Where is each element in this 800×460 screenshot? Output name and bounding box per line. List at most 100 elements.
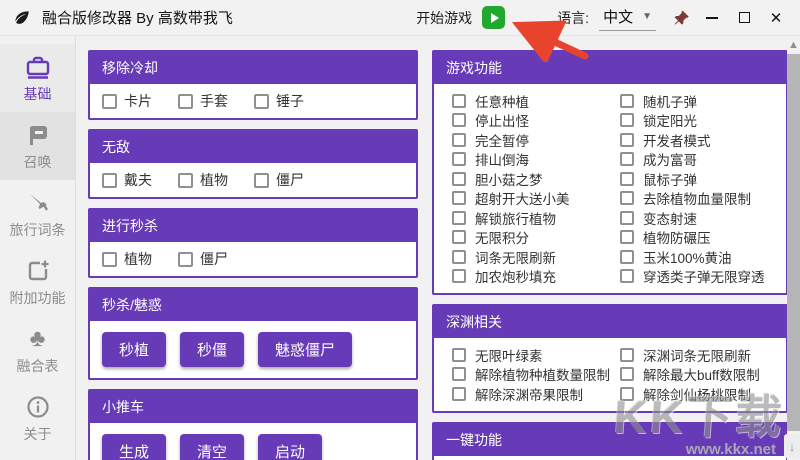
checkbox[interactable] (620, 249, 634, 264)
panel-title: 一键功能 (434, 423, 786, 456)
checkbox-item[interactable]: 停止出怪 (452, 111, 620, 131)
sidebar-item-basic[interactable]: 基础 (0, 44, 75, 112)
checkbox-item[interactable]: 无限积分 (452, 228, 620, 248)
checkbox-label: 排山倒海 (475, 153, 529, 169)
checkbox-item[interactable]: 锁定阳光 (620, 111, 765, 131)
sidebar-item-travel-entries[interactable]: 旅行词条 (0, 180, 75, 248)
checkbox-item[interactable]: 玉米100%黄油 (620, 247, 765, 267)
sidebar-item-label: 融合表 (16, 357, 59, 374)
sidebar-item-summon[interactable]: 召唤 (0, 112, 75, 180)
checkbox-item[interactable]: 任意种植 (452, 91, 620, 111)
checkbox-item[interactable]: 随机子弹 (620, 91, 765, 111)
checkbox-item[interactable]: 卡片 (102, 91, 152, 111)
kill-plants-button[interactable]: 秒植 (102, 332, 167, 367)
checkbox[interactable] (102, 251, 117, 267)
checkbox-item[interactable]: 变态射速 (620, 208, 765, 228)
checkbox[interactable] (178, 251, 193, 267)
panel-remove-cooldown: 移除冷却 卡片 手套 锤子 (88, 50, 418, 120)
checkbox[interactable] (620, 269, 634, 284)
sidebar-item-extra-features[interactable]: 附加功能 (0, 248, 75, 316)
checkbox-item[interactable]: 排山倒海 (452, 150, 620, 170)
checkbox[interactable] (452, 113, 466, 128)
checkbox[interactable] (620, 367, 634, 382)
checkbox[interactable] (452, 347, 466, 362)
checkbox-item[interactable]: 解除最大buff数限制 (620, 365, 760, 385)
checkbox-item[interactable]: 手套 (178, 91, 228, 111)
close-button[interactable]: ✕ (760, 3, 792, 33)
checkbox[interactable] (620, 386, 634, 401)
cart-clear-button[interactable]: 清空 (180, 434, 245, 460)
checkbox[interactable] (452, 171, 466, 186)
checkbox[interactable] (452, 191, 466, 206)
checkbox[interactable] (254, 172, 269, 188)
checkbox-label: 僵尸 (276, 172, 304, 188)
checkbox-item[interactable]: 解除植物种植数量限制 (452, 365, 620, 385)
start-game-play-button[interactable] (482, 6, 506, 29)
checkbox-item[interactable]: 完全暂停 (452, 130, 620, 150)
maximize-button[interactable] (728, 3, 760, 33)
checkbox-item[interactable]: 植物防碾压 (620, 228, 765, 248)
checkbox-item[interactable]: 词条无限刷新 (452, 247, 620, 267)
charm-zombies-button[interactable]: 魅惑僵尸 (258, 332, 353, 367)
checkbox[interactable] (452, 210, 466, 225)
scroll-up-icon[interactable]: ▲ (787, 36, 800, 54)
checkbox-item[interactable]: 胆小菇之梦 (452, 169, 620, 189)
checkbox[interactable] (178, 172, 193, 188)
checkbox[interactable] (254, 93, 269, 109)
checkbox[interactable] (452, 367, 466, 382)
kill-zombies-button[interactable]: 秒僵 (180, 332, 245, 367)
checkbox[interactable] (452, 230, 466, 245)
checkbox[interactable] (620, 152, 634, 167)
checkbox-item[interactable]: 加农炮秒填充 (452, 267, 620, 287)
panel-title: 秒杀/魅惑 (90, 289, 416, 321)
pin-button[interactable] (674, 9, 690, 27)
vertical-scrollbar[interactable]: ▲ ↓ (784, 36, 800, 460)
checkbox-item[interactable]: 去除植物血量限制 (620, 189, 765, 209)
checkbox-item[interactable]: 穿透类子弹无限穿透 (620, 267, 765, 287)
language-dropdown[interactable]: 中文 ▼ (599, 5, 656, 31)
checkbox-item[interactable]: 开发者模式 (620, 130, 765, 150)
checkbox-item[interactable]: 植物 (102, 249, 152, 269)
checkbox-item[interactable]: 深渊词条无限刷新 (620, 345, 760, 365)
checkbox-item[interactable]: 植物 (178, 170, 228, 190)
checkbox[interactable] (620, 171, 634, 186)
checkbox-item[interactable]: 解除剑仙杨桃限制 (620, 384, 760, 404)
checkbox-item[interactable]: 无限叶绿素 (452, 345, 620, 365)
checkbox-item[interactable]: 成为富哥 (620, 150, 765, 170)
sidebar-item-fusion-table[interactable]: ♣ 融合表 (0, 316, 75, 384)
checkbox[interactable] (102, 172, 117, 188)
scroll-down-icon[interactable]: ↓ (784, 434, 800, 458)
checkbox-item[interactable]: 锤子 (254, 91, 304, 111)
checkbox[interactable] (102, 93, 117, 109)
checkbox[interactable] (620, 132, 634, 147)
checkbox-item[interactable]: 超射开大送小美 (452, 189, 620, 209)
sidebar-item-about[interactable]: 关于 (0, 384, 75, 452)
cart-launch-button[interactable]: 启动 (258, 434, 323, 460)
checkbox-item[interactable]: 僵尸 (178, 249, 228, 269)
checkbox[interactable] (452, 249, 466, 264)
checkbox[interactable] (178, 93, 193, 109)
right-column: 游戏功能 任意种植 停止出怪 完全暂停 排山倒海 胆小菇之梦 超射开大送小美 解… (432, 50, 787, 460)
checkbox[interactable] (452, 386, 466, 401)
minimize-button[interactable] (696, 3, 728, 33)
checkbox[interactable] (452, 269, 466, 284)
checkbox[interactable] (452, 132, 466, 147)
title-bar: 融合版修改器 By 高数带我飞 开始游戏 语言: 中文 ▼ ✕ (0, 0, 800, 36)
checkbox[interactable] (620, 93, 634, 108)
checkbox-item[interactable]: 解锁旅行植物 (452, 208, 620, 228)
checkbox-item[interactable]: 鼠标子弹 (620, 169, 765, 189)
checkbox[interactable] (620, 210, 634, 225)
checkbox[interactable] (620, 347, 634, 362)
checkbox-item[interactable]: 僵尸 (254, 170, 304, 190)
checkbox-label: 胆小菇之梦 (475, 172, 543, 188)
club-icon: ♣ (29, 324, 46, 352)
cart-generate-button[interactable]: 生成 (102, 434, 167, 460)
scrollbar-thumb[interactable] (787, 54, 800, 431)
checkbox[interactable] (620, 191, 634, 206)
checkbox-item[interactable]: 解除深渊帝果限制 (452, 384, 620, 404)
checkbox[interactable] (452, 93, 466, 108)
checkbox[interactable] (452, 152, 466, 167)
checkbox[interactable] (620, 113, 634, 128)
checkbox[interactable] (620, 230, 634, 245)
checkbox-item[interactable]: 戴夫 (102, 170, 152, 190)
